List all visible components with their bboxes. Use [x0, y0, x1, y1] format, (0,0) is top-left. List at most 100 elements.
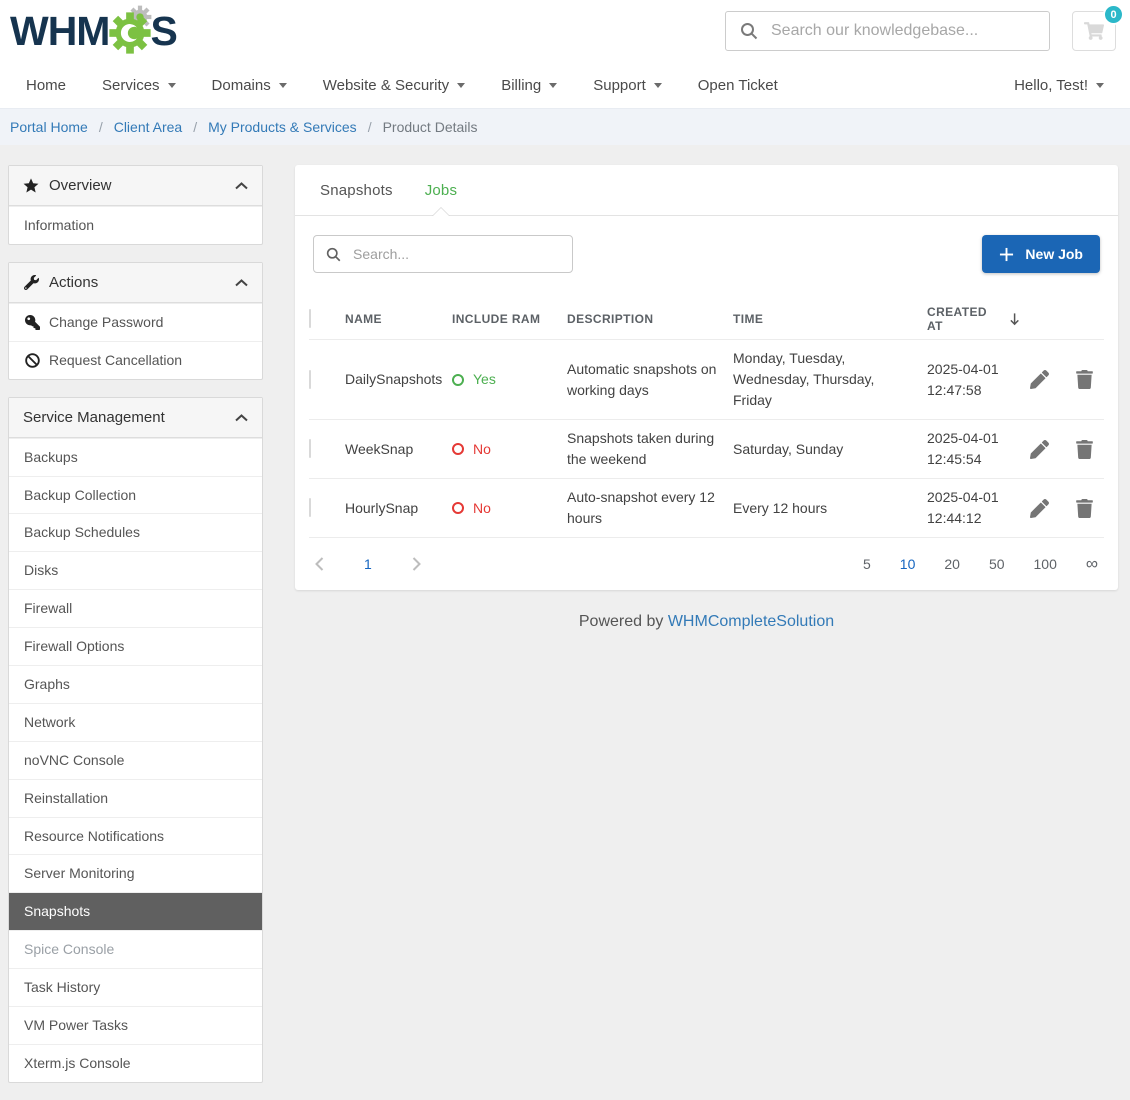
cart-button[interactable]: 0	[1072, 11, 1116, 51]
actions-panel-header[interactable]: Actions	[9, 263, 262, 303]
jobs-search-input[interactable]	[353, 246, 560, 262]
next-page-button[interactable]	[412, 557, 421, 571]
row-checkbox[interactable]	[309, 439, 311, 458]
account-menu[interactable]: Hello, Test!	[1014, 77, 1104, 94]
sidebar-item-graphs[interactable]: Graphs	[9, 665, 262, 703]
sidebar-item-task-history[interactable]: Task History	[9, 968, 262, 1006]
sidebar-item-firewall[interactable]: Firewall	[9, 589, 262, 627]
nav-item-services[interactable]: Services	[102, 77, 176, 94]
job-time: Monday, Tuesday, Wednesday, Thursday, Fr…	[733, 348, 927, 411]
circle-icon	[452, 374, 464, 386]
include-ram-badge: Yes	[452, 369, 553, 390]
page-size-20[interactable]: 20	[944, 556, 960, 572]
job-name: DailySnapshots	[345, 369, 452, 390]
delete-job-button[interactable]	[1076, 440, 1093, 459]
chevron-right-icon	[412, 557, 421, 571]
nav-item-domains[interactable]: Domains	[212, 77, 287, 94]
column-header-include-ram[interactable]: INCLUDE RAM	[452, 312, 567, 326]
star-icon	[23, 178, 39, 194]
service-management-panel-header[interactable]: Service Management	[9, 398, 262, 438]
page-size-unlimited[interactable]: ∞	[1086, 554, 1098, 574]
breadcrumb-client-area[interactable]: Client Area	[114, 119, 182, 135]
chevron-up-icon	[235, 177, 248, 194]
nav-item-support[interactable]: Support	[593, 77, 662, 94]
table-header-row: NAME INCLUDE RAM DESCRIPTION TIME CREATE…	[309, 298, 1104, 340]
page-size-10[interactable]: 10	[900, 556, 916, 572]
include-ram-badge: No	[452, 498, 553, 519]
green-gear-icon	[108, 11, 152, 55]
breadcrumb-portal-home[interactable]: Portal Home	[10, 119, 88, 135]
jobs-table: NAME INCLUDE RAM DESCRIPTION TIME CREATE…	[295, 298, 1118, 538]
overview-panel: Overview Information	[8, 165, 263, 245]
actions-panel: Actions Change Password Request Cancella…	[8, 262, 263, 380]
row-checkbox[interactable]	[309, 370, 311, 389]
cart-icon	[1084, 22, 1104, 40]
sidebar-item-resource-notifications[interactable]: Resource Notifications	[9, 817, 262, 855]
job-description: Snapshots taken during the weekend	[567, 428, 733, 470]
page-number[interactable]: 1	[364, 556, 372, 572]
caret-down-icon	[549, 83, 557, 88]
sidebar-item-reinstallation[interactable]: Reinstallation	[9, 779, 262, 817]
sidebar-item-xtermjs-console[interactable]: Xterm.js Console	[9, 1044, 262, 1082]
tab-snapshots[interactable]: Snapshots	[304, 165, 409, 215]
overview-panel-header[interactable]: Overview	[9, 166, 262, 206]
tab-jobs[interactable]: Jobs	[409, 165, 474, 215]
previous-page-button[interactable]	[315, 557, 324, 571]
column-header-name[interactable]: NAME	[345, 312, 452, 326]
chevron-up-icon	[235, 409, 248, 426]
page-size-100[interactable]: 100	[1034, 556, 1057, 572]
page-size-5[interactable]: 5	[863, 556, 871, 572]
delete-job-button[interactable]	[1076, 499, 1093, 518]
nav-item-home[interactable]: Home	[26, 77, 66, 94]
circle-icon	[452, 502, 464, 514]
sidebar-item-backups[interactable]: Backups	[9, 438, 262, 476]
nav-item-open-ticket[interactable]: Open Ticket	[698, 77, 778, 94]
sidebar: Overview Information Actions	[8, 165, 263, 1100]
pencil-icon	[1030, 440, 1049, 459]
sidebar-item-disks[interactable]: Disks	[9, 551, 262, 589]
row-checkbox[interactable]	[309, 498, 311, 517]
sidebar-item-server-monitoring[interactable]: Server Monitoring	[9, 854, 262, 892]
chevron-left-icon	[315, 557, 324, 571]
column-header-created-at[interactable]: CREATED AT	[927, 305, 1030, 333]
delete-job-button[interactable]	[1076, 370, 1093, 389]
sidebar-item-snapshots[interactable]: Snapshots	[9, 892, 262, 930]
chevron-up-icon	[235, 274, 248, 291]
sidebar-item-request-cancellation[interactable]: Request Cancellation	[9, 341, 262, 379]
powered-by-text: Powered by	[579, 613, 664, 630]
sidebar-item-spice-console[interactable]: Spice Console	[9, 930, 262, 968]
sidebar-item-information[interactable]: Information	[9, 206, 262, 244]
job-created-at: 2025-04-01 12:45:54	[927, 428, 1030, 470]
edit-job-button[interactable]	[1030, 370, 1049, 389]
search-icon	[326, 246, 341, 263]
sidebar-item-backup-collection[interactable]: Backup Collection	[9, 476, 262, 514]
page-size-50[interactable]: 50	[989, 556, 1005, 572]
main-nav: Home Services Domains Website & Security…	[0, 62, 1130, 108]
knowledgebase-search-input[interactable]	[771, 22, 1035, 40]
edit-job-button[interactable]	[1030, 440, 1049, 459]
whmcs-logo[interactable]: WHM	[10, 7, 177, 55]
pencil-icon	[1030, 499, 1049, 518]
column-header-description[interactable]: DESCRIPTION	[567, 312, 733, 326]
sidebar-item-firewall-options[interactable]: Firewall Options	[9, 627, 262, 665]
select-all-checkbox[interactable]	[309, 309, 311, 328]
nav-item-website-security[interactable]: Website & Security	[323, 77, 465, 94]
nav-item-billing[interactable]: Billing	[501, 77, 557, 94]
tab-bar: Snapshots Jobs	[295, 165, 1118, 216]
sidebar-item-network[interactable]: Network	[9, 703, 262, 741]
sidebar-item-backup-schedules[interactable]: Backup Schedules	[9, 513, 262, 551]
job-description: Auto-snapshot every 12 hours	[567, 487, 733, 529]
job-time: Every 12 hours	[733, 498, 927, 519]
whmcompletesolution-link[interactable]: WHMCompleteSolution	[668, 613, 834, 630]
jobs-toolbar: New Job	[295, 216, 1118, 298]
sidebar-item-vm-power-tasks[interactable]: VM Power Tasks	[9, 1006, 262, 1044]
sidebar-item-novnc-console[interactable]: noVNC Console	[9, 741, 262, 779]
new-job-button[interactable]: New Job	[982, 235, 1100, 273]
breadcrumb-my-products[interactable]: My Products & Services	[208, 119, 357, 135]
knowledgebase-search	[725, 11, 1050, 51]
job-time: Saturday, Sunday	[733, 439, 927, 460]
table-row: HourlySnap No Auto-snapshot every 12 hou…	[309, 479, 1104, 538]
edit-job-button[interactable]	[1030, 499, 1049, 518]
column-header-time[interactable]: TIME	[733, 312, 927, 326]
sidebar-item-change-password[interactable]: Change Password	[9, 303, 262, 341]
